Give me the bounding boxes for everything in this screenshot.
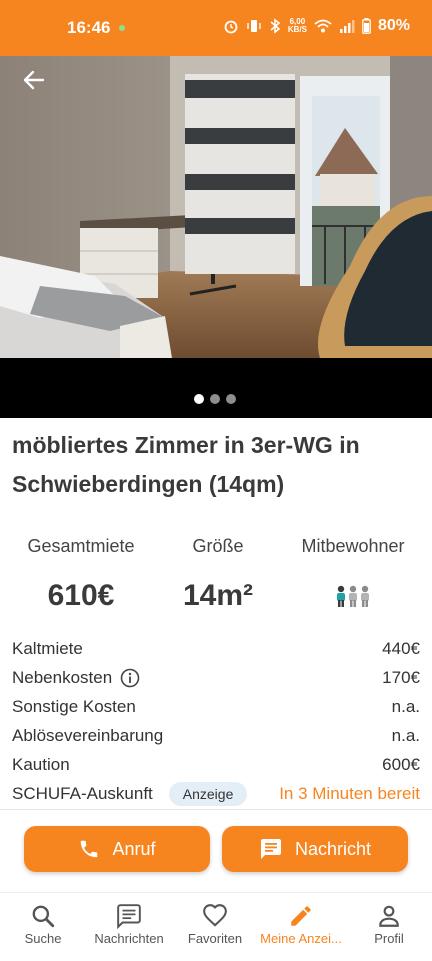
call-button[interactable]: Anruf (24, 826, 210, 872)
divider (0, 809, 432, 810)
gallery-dot[interactable] (194, 394, 204, 404)
detail-value: n.a. (391, 725, 420, 745)
bluetooth-icon (270, 18, 281, 34)
message-button[interactable]: Nachricht (222, 826, 408, 872)
fact-label: Größe (192, 536, 244, 556)
fact-label: Gesamtmiete (27, 536, 135, 556)
nav-label: Meine Anzei... (260, 931, 342, 946)
detail-row: Kaltmiete 440€ (12, 634, 420, 663)
schufa-link[interactable]: In 3 Minuten bereit (279, 784, 420, 804)
gallery-footer (0, 358, 432, 418)
status-dot-icon (119, 25, 125, 31)
nav-label: Suche (24, 931, 62, 946)
message-button-label: Nachricht (294, 838, 372, 859)
status-time: 16:46 (67, 18, 111, 37)
detail-label: SCHUFA-Auskunft (12, 783, 153, 803)
pencil-icon (291, 906, 311, 926)
call-button-label: Anruf (112, 838, 156, 859)
status-icons: 6,00 KB/S 80% (223, 17, 410, 35)
detail-value: 170€ (382, 667, 420, 687)
detail-row: SCHUFA-Auskunft Anzeige In 3 Minuten ber… (12, 779, 420, 808)
listing-title: möbliertes Zimmer in 3er-WG in Schwieber… (12, 432, 360, 497)
detail-label: Nebenkosten (12, 667, 113, 687)
detail-value: n.a. (391, 696, 420, 716)
fact-value: 14m² (182, 579, 254, 612)
detail-row: Sonstige Kosten n.a. (12, 692, 420, 721)
speed-unit: KB/S (287, 25, 307, 34)
wifi-icon (314, 19, 332, 33)
signal-icon (339, 20, 355, 33)
fact-roommates: Mitbewohner (290, 536, 416, 612)
nav-messages[interactable]: Nachrichten (86, 903, 172, 946)
roommates-icon (337, 585, 369, 607)
nav-search[interactable]: Suche (0, 903, 86, 946)
back-button[interactable] (16, 62, 52, 98)
person-icon (379, 905, 399, 927)
nav-favorites[interactable]: Favoriten (172, 903, 258, 946)
vibrate-icon (247, 20, 261, 32)
arrow-left-icon (23, 70, 45, 90)
detail-value: 600€ (382, 754, 420, 774)
ad-badge: Anzeige (168, 781, 248, 806)
fact-total-rent: Gesamtmiete 610€ (16, 536, 146, 613)
room-photo-image (0, 56, 432, 358)
detail-label: Ablösevereinbarung (12, 725, 164, 745)
gallery-dot[interactable] (226, 394, 236, 404)
gallery-indicator (194, 394, 236, 404)
listing-photo[interactable] (0, 56, 432, 358)
message-icon (117, 904, 141, 929)
detail-label: Kaltmiete (12, 638, 83, 658)
network-speed: 6,00 KB/S (288, 18, 307, 34)
nav-label: Nachrichten (94, 931, 164, 946)
battery-icon (362, 18, 371, 34)
search-icon (32, 905, 55, 928)
nav-label: Favoriten (187, 931, 243, 946)
gallery-dot[interactable] (210, 394, 220, 404)
detail-label: Kaution (12, 754, 70, 774)
battery-percent: 80% (377, 17, 410, 34)
chat-icon (260, 839, 281, 859)
nav-label: Profil (374, 931, 404, 946)
cost-details: Kaltmiete 440€ Nebenkosten 170€ Sonstige… (12, 634, 420, 808)
detail-row: Nebenkosten 170€ (12, 663, 420, 692)
bottom-nav: Suche Nachrichten Favoriten Meine Anzei.… (0, 892, 432, 961)
alarm-icon (224, 20, 238, 34)
fact-label: Mitbewohner (301, 536, 405, 556)
detail-value: 440€ (382, 638, 420, 658)
phone-icon (81, 840, 98, 858)
detail-row: Ablösevereinbarung n.a. (12, 721, 420, 750)
status-bar: 16:46 6,00 KB/S 80% (0, 0, 432, 56)
nav-profile[interactable]: Profil (346, 903, 432, 946)
detail-row: Kaution 600€ (12, 750, 420, 779)
fact-size: Größe 14m² (168, 536, 268, 613)
detail-label: Sonstige Kosten (12, 696, 136, 716)
nav-my-ads[interactable]: Meine Anzei... (258, 903, 344, 946)
heart-icon (203, 904, 227, 927)
info-icon[interactable] (120, 668, 140, 688)
fact-value: 610€ (47, 579, 115, 612)
